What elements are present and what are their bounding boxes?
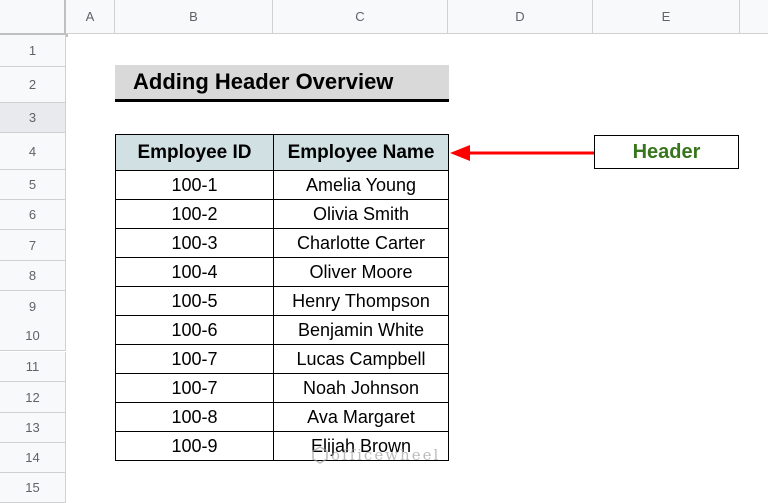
- header-employee-name[interactable]: Employee Name: [273, 134, 449, 171]
- column-header-f[interactable]: [740, 0, 768, 34]
- employee-name-cell[interactable]: Charlotte Carter: [273, 228, 449, 258]
- column-header-c[interactable]: C: [273, 0, 448, 34]
- employee-name-cell[interactable]: Henry Thompson: [273, 286, 449, 316]
- row-header-5[interactable]: 5: [0, 170, 66, 200]
- employee-id-cell[interactable]: 100-2: [115, 199, 274, 229]
- table-row: 100-4 Oliver Moore: [115, 257, 449, 287]
- employee-name-cell[interactable]: Noah Johnson: [273, 373, 449, 403]
- employee-name-cell[interactable]: Lucas Campbell: [273, 344, 449, 374]
- sheet-title[interactable]: Adding Header Overview: [115, 65, 449, 102]
- row-header-12[interactable]: 12: [0, 382, 66, 413]
- employee-id-cell[interactable]: 100-9: [115, 431, 274, 461]
- column-header-d[interactable]: D: [448, 0, 593, 34]
- table-header-row: Employee ID Employee Name: [115, 134, 449, 171]
- column-header-e[interactable]: E: [593, 0, 740, 34]
- employee-name-cell[interactable]: Olivia Smith: [273, 199, 449, 229]
- row-header-1[interactable]: 1: [0, 35, 66, 67]
- arrow-icon: [450, 145, 594, 161]
- employee-id-cell[interactable]: 100-7: [115, 344, 274, 374]
- table-row: 100-3 Charlotte Carter: [115, 228, 449, 258]
- row-header-8[interactable]: 8: [0, 261, 66, 291]
- row-header-15[interactable]: 15: [0, 473, 66, 503]
- watermark: officewheel: [312, 446, 440, 464]
- employee-id-cell[interactable]: 100-5: [115, 286, 274, 316]
- row-header-2[interactable]: 2: [0, 67, 66, 103]
- select-all-corner[interactable]: [0, 0, 68, 37]
- table-row: 100-7 Lucas Campbell: [115, 344, 449, 374]
- row-header-14[interactable]: 14: [0, 443, 66, 473]
- employee-name-cell[interactable]: Ava Margaret: [273, 402, 449, 432]
- employee-name-cell[interactable]: Benjamin White: [273, 315, 449, 345]
- header-employee-id[interactable]: Employee ID: [115, 134, 274, 171]
- table-row: 100-6 Benjamin White: [115, 315, 449, 345]
- employee-id-cell[interactable]: 100-7: [115, 373, 274, 403]
- employee-id-cell[interactable]: 100-8: [115, 402, 274, 432]
- employee-id-cell[interactable]: 100-3: [115, 228, 274, 258]
- table-row: 100-7 Noah Johnson: [115, 373, 449, 403]
- watermark-text: officewheel: [331, 446, 441, 464]
- row-header-4[interactable]: 4: [0, 133, 66, 170]
- employee-id-cell[interactable]: 100-1: [115, 170, 274, 200]
- table-row: 100-8 Ava Margaret: [115, 402, 449, 432]
- row-header-11[interactable]: 11: [0, 352, 66, 382]
- row-header-13[interactable]: 13: [0, 413, 66, 443]
- row-header-10[interactable]: 10: [0, 321, 66, 351]
- row-header-6[interactable]: 6: [0, 200, 66, 230]
- employee-id-cell[interactable]: 100-6: [115, 315, 274, 345]
- table-row: 100-5 Henry Thompson: [115, 286, 449, 316]
- table-row: 100-2 Olivia Smith: [115, 199, 449, 229]
- employee-table: Employee ID Employee Name 100-1 Amelia Yo…: [115, 134, 449, 461]
- column-header-b[interactable]: B: [115, 0, 273, 34]
- header-annotation-label: Header: [594, 135, 739, 169]
- employee-name-cell[interactable]: Amelia Young: [273, 170, 449, 200]
- watermark-logo-icon: [312, 446, 328, 464]
- employee-name-cell[interactable]: Oliver Moore: [273, 257, 449, 287]
- row-header-9[interactable]: 9: [0, 291, 66, 322]
- row-header-7[interactable]: 7: [0, 230, 66, 261]
- employee-id-cell[interactable]: 100-4: [115, 257, 274, 287]
- column-header-a[interactable]: A: [66, 0, 115, 34]
- row-header-3[interactable]: 3: [0, 103, 66, 133]
- table-row: 100-1 Amelia Young: [115, 170, 449, 200]
